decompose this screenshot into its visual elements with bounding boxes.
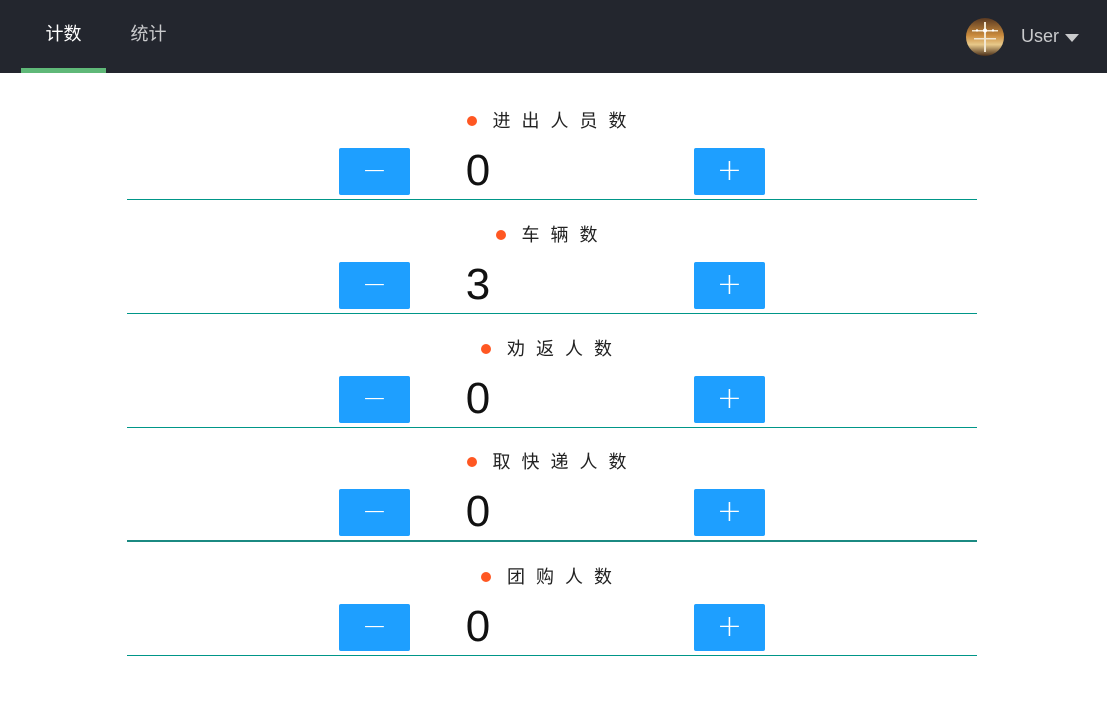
counter-people-in-out: 进出人员数 − 0 + [127, 85, 977, 200]
counter-title: 进出人员数 [127, 110, 977, 134]
increment-button[interactable]: + [694, 376, 765, 423]
increment-button[interactable]: + [694, 262, 765, 309]
decrement-button[interactable]: − [339, 489, 410, 536]
increment-button[interactable]: + [694, 604, 765, 651]
increment-button[interactable]: + [694, 489, 765, 536]
counter-turned-away: 劝返人数 − 0 + [127, 313, 977, 428]
decrement-button[interactable]: − [339, 604, 410, 651]
bullet-dot-icon [495, 230, 506, 240]
user-menu[interactable]: User [965, 0, 1079, 73]
counter-value: 3 [465, 260, 491, 309]
counter-parcel-pickup: 取快递人数 − 0 + [127, 426, 977, 542]
counter-label: 车辆数 [521, 225, 609, 246]
counter-label: 进出人员数 [492, 111, 638, 132]
counter-group-buy: 团购人数 − 0 + [127, 541, 977, 656]
counter-title: 劝返人数 [127, 338, 977, 362]
counter-label: 取快递人数 [492, 452, 638, 473]
counter-value: 0 [465, 487, 491, 536]
decrement-button[interactable]: − [339, 148, 410, 195]
tab-count[interactable]: 计数 [21, 0, 106, 73]
bullet-dot-icon [466, 457, 477, 467]
counter-title: 团购人数 [127, 566, 977, 590]
avatar[interactable] [965, 17, 1004, 56]
decrement-button[interactable]: − [339, 262, 410, 309]
counter-value: 0 [465, 602, 491, 651]
counter-title: 取快递人数 [127, 451, 977, 475]
tab-statistics-label: 统计 [130, 24, 167, 45]
bullet-dot-icon [466, 116, 477, 126]
decrement-button[interactable]: − [339, 376, 410, 423]
user-name: User [1020, 26, 1059, 46]
bullet-dot-icon [481, 344, 491, 354]
avatar-image-icon [965, 17, 1004, 56]
top-nav-bar: 计数 统计 User [0, 0, 1107, 73]
increment-button[interactable]: + [694, 148, 765, 195]
tab-statistics[interactable]: 统计 [106, 0, 191, 73]
counter-value: 0 [465, 374, 491, 423]
counter-value: 0 [465, 146, 491, 195]
bullet-dot-icon [481, 572, 491, 582]
counter-title: 车辆数 [127, 224, 977, 248]
counter-vehicles: 车辆数 − 3 + [127, 199, 977, 314]
counter-label: 劝返人数 [507, 339, 623, 360]
caret-down-icon [1065, 34, 1079, 42]
active-tab-indicator [21, 68, 106, 73]
counter-label: 团购人数 [507, 567, 623, 588]
tab-count-label: 计数 [45, 24, 82, 45]
